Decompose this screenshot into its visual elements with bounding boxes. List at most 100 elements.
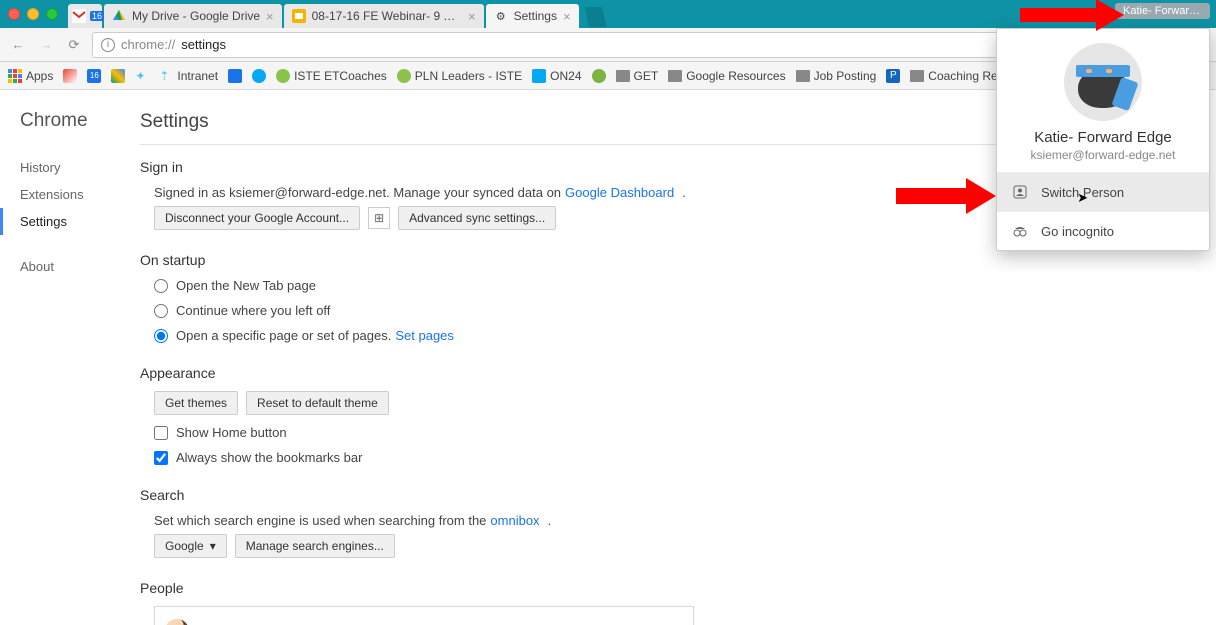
sidebar-item-history[interactable]: History (20, 154, 120, 181)
close-window-button[interactable] (8, 8, 20, 20)
bookmark-item[interactable] (228, 69, 242, 83)
show-home-checkbox[interactable] (154, 426, 168, 440)
bookmark-item[interactable] (592, 69, 606, 83)
person-row[interactable]: Brooke (163, 615, 685, 625)
bookmark-item[interactable] (252, 69, 266, 83)
bookmark-folder[interactable]: GET (616, 69, 659, 83)
drive-icon (111, 69, 125, 83)
popup-header: Katie- Forward Edge ksiemer@forward-edge… (997, 29, 1209, 172)
omnibox-link[interactable]: omnibox (490, 513, 539, 528)
bookmark-folder[interactable]: Google Resources (668, 69, 785, 83)
bookmark-item[interactable] (63, 69, 77, 83)
gmail-icon (72, 9, 86, 23)
section-heading: Search (140, 487, 1176, 503)
profile-name: Katie- Forward Edge (1007, 129, 1199, 146)
blueg-icon (252, 69, 266, 83)
reload-button[interactable]: ⟳ (64, 35, 84, 55)
bookmark-item[interactable]: ON24 (532, 69, 581, 83)
close-tab-icon[interactable]: × (563, 9, 571, 24)
maximize-window-button[interactable] (46, 8, 58, 20)
sidebar-item-extensions[interactable]: Extensions (20, 181, 120, 208)
folder-icon (668, 70, 682, 82)
people-list: Brooke (154, 606, 694, 625)
section-search: Search Set which search engine is used w… (140, 487, 1176, 558)
disconnect-account-button[interactable]: Disconnect your Google Account... (154, 206, 360, 230)
green-icon (592, 69, 606, 83)
annotation-arrow-top (1020, 3, 1130, 27)
url-path: settings (181, 37, 226, 52)
folder-icon (910, 70, 924, 82)
folder-icon (616, 70, 630, 82)
bookmark-item[interactable]: 16 (87, 69, 101, 83)
url-scheme: chrome:// (121, 37, 175, 52)
reset-theme-button[interactable]: Reset to default theme (246, 391, 389, 415)
sync-grid-icon[interactable]: ⊞ (368, 207, 390, 229)
slides-icon (292, 9, 306, 23)
cursor-icon: ➤ (1077, 190, 1088, 206)
sidebar: Chrome History Extensions Settings About (0, 90, 120, 625)
bookmark-item[interactable] (111, 69, 125, 83)
site-info-icon[interactable]: i (101, 38, 115, 52)
bookmark-item[interactable]: P (886, 69, 900, 83)
sidebar-item-settings[interactable]: Settings (0, 208, 120, 235)
pln-icon (397, 69, 411, 83)
sidebar-item-about[interactable]: About (20, 253, 120, 280)
tab-drive[interactable]: My Drive - Google Drive × (104, 4, 282, 28)
profile-avatar (1064, 43, 1142, 121)
minimize-window-button[interactable] (27, 8, 39, 20)
annotation-arrow-switch (896, 184, 1006, 208)
gear-icon: ⚙ (494, 9, 508, 23)
bookmark-item[interactable]: ⇡Intranet (159, 69, 218, 83)
section-heading: On startup (140, 252, 1176, 268)
close-tab-icon[interactable]: × (266, 9, 274, 24)
manage-search-engines-button[interactable]: Manage search engines... (235, 534, 395, 558)
apps-icon (8, 69, 22, 83)
advanced-sync-button[interactable]: Advanced sync settings... (398, 206, 556, 230)
tab-slides[interactable]: 08-17-16 FE Webinar- 9 Time × (284, 4, 484, 28)
startup-continue-radio[interactable] (154, 304, 168, 318)
get-themes-button[interactable]: Get themes (154, 391, 238, 415)
avatar (165, 619, 189, 625)
google-dashboard-link[interactable]: Google Dashboard (565, 185, 674, 200)
incognito-icon (1011, 222, 1029, 240)
drive-icon (112, 9, 126, 23)
bookmark-item[interactable]: ✦ (135, 69, 149, 83)
set-pages-link[interactable]: Set pages (395, 328, 454, 343)
tab-settings[interactable]: ⚙ Settings × (486, 4, 579, 28)
omnibox[interactable]: i chrome://settings ☆ (92, 32, 1110, 58)
chevron-down-icon: ▾ (210, 539, 216, 553)
intranet-icon: ⇡ (159, 69, 173, 83)
section-heading: Appearance (140, 365, 1176, 381)
page-title: Settings (140, 111, 209, 133)
go-incognito-item[interactable]: Go incognito (997, 211, 1209, 250)
gmail-icon (63, 69, 77, 83)
apps-shortcut[interactable]: Apps (8, 69, 53, 83)
calendar-icon: 16 (87, 69, 101, 83)
new-tab-button[interactable] (585, 7, 607, 27)
bookmark-item[interactable]: PLN Leaders - ISTE (397, 69, 522, 83)
bookmark-item[interactable]: ISTE ETCoaches (276, 69, 387, 83)
startup-newtab-radio[interactable] (154, 279, 168, 293)
on24-icon (532, 69, 546, 83)
go-incognito-label: Go incognito (1041, 224, 1114, 239)
section-people: People Brooke (140, 580, 1176, 625)
tab-title: My Drive - Google Drive (132, 9, 260, 23)
search-engine-select[interactable]: Google▾ (154, 534, 227, 558)
forward-button[interactable]: → (36, 35, 56, 55)
startup-specific-radio[interactable] (154, 329, 168, 343)
apps-label: Apps (26, 69, 53, 83)
switch-person-item[interactable]: Switch Person (997, 172, 1209, 211)
sidebar-heading: Chrome (20, 110, 120, 132)
person-icon (1011, 183, 1029, 201)
show-bookmarks-checkbox[interactable] (154, 451, 168, 465)
tab-title: Settings (514, 9, 557, 23)
cal2-icon (228, 69, 242, 83)
bookmark-folder[interactable]: Job Posting (796, 69, 877, 83)
tab-gmail[interactable]: 16 (68, 4, 102, 28)
iste-icon (276, 69, 290, 83)
signin-text: Signed in as ksiemer@forward-edge.net. M… (154, 185, 561, 200)
folder-icon (796, 70, 810, 82)
section-appearance: Appearance Get themes Reset to default t… (140, 365, 1176, 465)
close-tab-icon[interactable]: × (468, 9, 476, 24)
back-button[interactable]: ← (8, 35, 28, 55)
